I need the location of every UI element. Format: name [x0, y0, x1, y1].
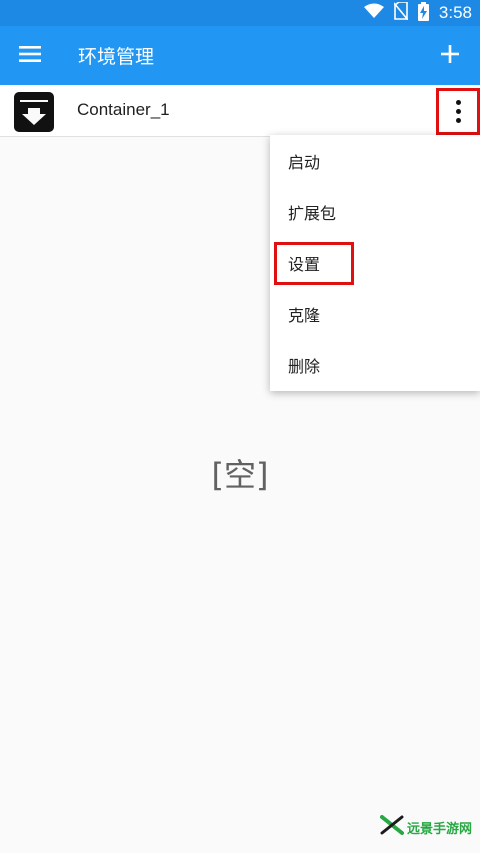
status-icons: 3:58: [363, 1, 472, 25]
empty-state-text: [空]: [211, 456, 269, 494]
battery-charging-icon: [417, 1, 429, 25]
menu-button[interactable]: [14, 40, 46, 72]
menu-item-start[interactable]: 启动: [270, 135, 480, 186]
status-time: 3:58: [438, 3, 472, 22]
add-container-button[interactable]: [434, 40, 466, 72]
watermark-text: 远景手游网: [407, 821, 473, 837]
watermark-logo-icon: [380, 815, 404, 839]
menu-item-clone[interactable]: 克隆: [270, 288, 480, 339]
more-vert-icon: [455, 100, 461, 123]
menu-item-extensions[interactable]: 扩展包: [270, 186, 480, 237]
app-bar: 环境管理: [0, 26, 480, 85]
menu-item-label: 删除: [288, 357, 321, 376]
watermark: 远景手游网: [380, 815, 472, 839]
wifi-icon: [363, 3, 384, 23]
menu-item-label: 扩展包: [288, 204, 337, 223]
no-sim-icon: [393, 1, 409, 24]
page-title: 环境管理: [78, 46, 155, 68]
archive-download-icon: [14, 92, 54, 132]
more-options-button[interactable]: [436, 88, 480, 135]
container-list-item[interactable]: Container_1: [0, 85, 480, 137]
menu-item-label: 启动: [288, 153, 321, 172]
status-bar: 3:58: [0, 0, 480, 26]
hamburger-menu-icon: [19, 46, 41, 66]
plus-icon: [441, 45, 459, 67]
menu-item-label: 克隆: [288, 306, 321, 325]
menu-item-delete[interactable]: 删除: [270, 339, 480, 390]
settings-highlight-box: [274, 242, 354, 285]
container-name: Container_1: [77, 100, 170, 119]
